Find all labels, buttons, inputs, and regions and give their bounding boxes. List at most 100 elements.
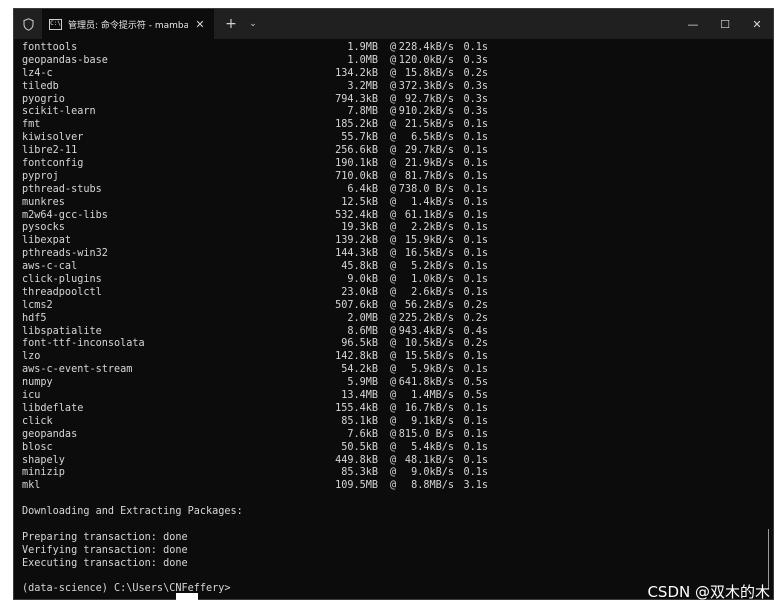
package-name: lz4-c [22, 67, 53, 79]
package-speed: 8.8MB/s [411, 480, 454, 492]
package-size: 109.5MB [335, 480, 378, 492]
package-name: m2w64-gcc-libs [22, 209, 108, 221]
package-size: 8.6MB [347, 325, 378, 337]
package-size: 139.2kB [335, 235, 378, 247]
package-row: blosc 50.5kB @5.4kB/s 0.1s [22, 442, 759, 455]
package-time: 0.2s [463, 299, 488, 311]
package-speed: 6.5kB/s [411, 132, 454, 144]
package-time: 0.3s [463, 80, 488, 92]
package-speed: 228.4kB/s [398, 42, 454, 53]
at-symbol: @ [390, 377, 397, 389]
package-time: 0.1s [463, 42, 488, 53]
package-name: pthreads-win32 [22, 248, 108, 260]
package-speed: 1.4kB/s [411, 196, 454, 208]
package-speed: 9.1kB/s [411, 415, 454, 427]
package-size: 144.3kB [335, 248, 378, 260]
maximize-button[interactable]: ☐ [709, 9, 741, 39]
at-symbol: @ [390, 441, 397, 453]
package-name: lcms2 [22, 299, 53, 311]
package-speed: 56.2kB/s [404, 299, 454, 311]
at-symbol: @ [390, 274, 397, 286]
watermark: CSDN @双木的木 [647, 583, 770, 601]
package-time: 0.2s [463, 312, 488, 324]
package-speed: 21.5kB/s [404, 119, 454, 131]
package-time: 0.1s [463, 441, 488, 453]
package-row: numpy 5.9MB @641.8kB/s 0.5s [22, 377, 759, 390]
downloading-status: Downloading and Extracting Packages: [22, 506, 243, 518]
package-time: 0.3s [463, 106, 488, 118]
package-speed: 16.5kB/s [404, 248, 454, 260]
package-row: pthread-stubs 6.4kB @738.0 B/s 0.1s [22, 184, 759, 197]
at-symbol: @ [390, 183, 397, 195]
package-name: click [22, 415, 53, 427]
package-row: threadpoolctl 23.0kB @2.6kB/s 0.1s [22, 287, 759, 300]
package-size: 2.0MB [347, 312, 378, 324]
at-symbol: @ [390, 325, 397, 337]
package-name: numpy [22, 377, 53, 389]
package-name: pyogrio [22, 93, 65, 105]
package-size: 507.6kB [335, 299, 378, 311]
package-size: 1.0MB [347, 54, 378, 66]
package-time: 0.1s [463, 261, 488, 273]
scrollbar[interactable] [768, 529, 769, 589]
package-row: lcms2 507.6kB @56.2kB/s 0.2s [22, 300, 759, 313]
at-symbol: @ [390, 248, 397, 260]
package-name: libspatialite [22, 325, 102, 337]
package-name: geopandas [22, 428, 78, 440]
package-name: fmt [22, 119, 41, 131]
package-name: fontconfig [22, 158, 84, 170]
at-symbol: @ [390, 351, 397, 363]
package-row: fmt 185.2kB @21.5kB/s 0.1s [22, 119, 759, 132]
package-speed: 61.1kB/s [404, 209, 454, 221]
chevron-down-icon[interactable]: ⌄ [242, 19, 264, 29]
package-time: 0.1s [463, 145, 488, 157]
close-button[interactable]: ✕ [741, 9, 773, 39]
package-size: 19.3kB [341, 222, 378, 234]
package-name: fonttools [22, 42, 78, 53]
package-row: font-ttf-inconsolata 96.5kB @10.5kB/s 0.2s [22, 338, 759, 351]
package-speed: 2.6kB/s [411, 286, 454, 298]
at-symbol: @ [390, 261, 397, 273]
package-row: munkres 12.5kB @1.4kB/s 0.1s [22, 197, 759, 210]
package-speed: 1.0kB/s [411, 274, 454, 286]
tab-close-icon[interactable]: ✕ [194, 18, 206, 31]
package-speed: 225.2kB/s [398, 312, 454, 324]
package-time: 0.1s [463, 235, 488, 247]
at-symbol: @ [390, 67, 397, 79]
package-speed: 372.3kB/s [398, 80, 454, 92]
tab-command-prompt[interactable]: C:\ 管理员: 命令提示符 - mamba ✕ [42, 9, 214, 39]
package-row: click 85.1kB @9.1kB/s 0.1s [22, 416, 759, 429]
title-bar: C:\ 管理员: 命令提示符 - mamba ✕ + ⌄ — ☐ ✕ [14, 9, 773, 39]
package-size: 7.8MB [347, 106, 378, 118]
package-size: 134.2kB [335, 67, 378, 79]
package-speed: 738.0 B/s [398, 183, 454, 195]
package-row: hdf5 2.0MB @225.2kB/s 0.2s [22, 313, 759, 326]
package-speed: 15.9kB/s [404, 235, 454, 247]
at-symbol: @ [390, 106, 397, 118]
package-speed: 5.2kB/s [411, 261, 454, 273]
package-row: lzo 142.8kB @15.5kB/s 0.1s [22, 351, 759, 364]
package-speed: 5.9kB/s [411, 364, 454, 376]
package-size: 1.9MB [347, 42, 378, 53]
package-speed: 15.8kB/s [404, 67, 454, 79]
new-tab-icon[interactable]: + [220, 16, 242, 32]
command-prompt-icon: C:\ [49, 18, 62, 30]
at-symbol: @ [390, 145, 397, 157]
package-time: 0.5s [463, 377, 488, 389]
at-symbol: @ [390, 209, 397, 221]
package-size: 85.3kB [341, 467, 378, 479]
at-symbol: @ [390, 158, 397, 170]
package-name: libexpat [22, 235, 72, 247]
at-symbol: @ [390, 80, 397, 92]
package-row: libspatialite 8.6MB @943.4kB/s 0.4s [22, 326, 759, 339]
minimize-button[interactable]: — [677, 9, 709, 39]
package-name: shapely [22, 454, 65, 466]
package-row: pyproj 710.0kB @81.7kB/s 0.1s [22, 171, 759, 184]
terminal-output[interactable]: fonttools 1.9MB @228.4kB/s 0.1s geopandas-ba… [22, 42, 759, 599]
package-size: 794.3kB [335, 93, 378, 105]
package-size: 190.1kB [335, 158, 378, 170]
package-size: 45.8kB [341, 261, 378, 273]
preparing-status: Preparing transaction: done [22, 531, 188, 543]
